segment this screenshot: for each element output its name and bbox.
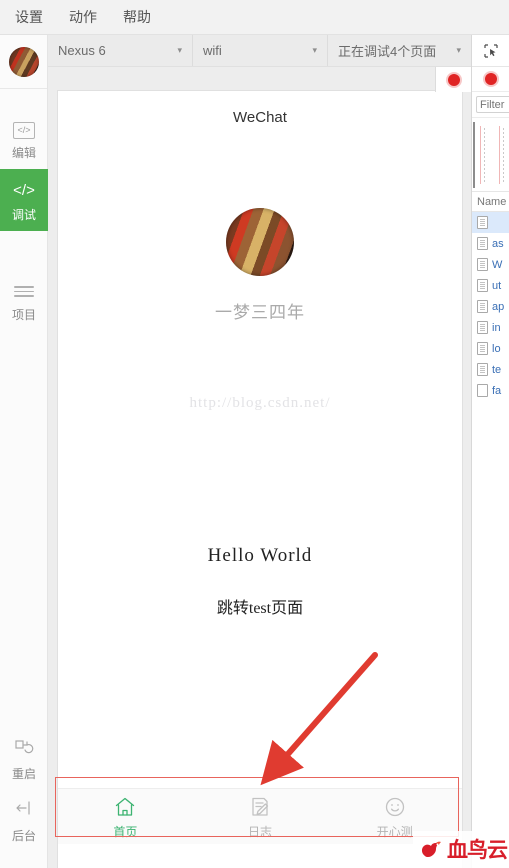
- smiley-icon: [327, 795, 462, 821]
- document-icon: [477, 363, 488, 376]
- list-item[interactable]: as: [472, 233, 509, 254]
- sidebar-item-project[interactable]: 项目: [0, 269, 48, 331]
- hamburger-icon: [0, 279, 48, 303]
- tab-label: 首页: [113, 825, 138, 839]
- inspect-cursor-icon: [483, 43, 498, 58]
- list-item-label: te: [492, 363, 502, 376]
- list-item[interactable]: ut: [472, 275, 509, 296]
- collapse-left-icon: [0, 800, 48, 824]
- record-dot-icon: [447, 73, 460, 86]
- watermark: 血鸟云: [413, 831, 509, 868]
- left-sidebar: </> 编辑 </> 调试 项目 重启 后台: [0, 35, 48, 868]
- devtools-panel: Name ap as W ut ap: [471, 35, 509, 868]
- nickname: 一梦三四年: [215, 303, 305, 322]
- restart-icon: [0, 738, 48, 762]
- watermark-text: 血鸟云: [447, 838, 508, 862]
- document-icon: [477, 216, 488, 229]
- avatar: [226, 208, 294, 276]
- record-dot-icon: [484, 73, 497, 85]
- list-item-label: W: [492, 258, 503, 271]
- device-select[interactable]: Nexus 6 ▾: [48, 35, 193, 66]
- list-item[interactable]: fa: [472, 380, 509, 401]
- phone-preview: WeChat 一梦三四年 http://blog.csdn.net/ Hello…: [57, 90, 463, 868]
- red-bird-logo: [421, 841, 441, 857]
- tab-log[interactable]: 日志: [193, 789, 328, 844]
- devtools-inspect-button[interactable]: [472, 35, 509, 67]
- tab-home[interactable]: 首页: [58, 789, 193, 844]
- document-icon: [477, 279, 488, 292]
- device-select-value: Nexus 6: [58, 43, 106, 58]
- preview-stage: WeChat 一梦三四年 http://blog.csdn.net/ Hello…: [48, 67, 471, 868]
- app-root: 设置 动作 帮助 </> 编辑 </> 调试 项目 重启 后台 Nexus 6 …: [0, 0, 509, 868]
- list-item[interactable]: te: [472, 359, 509, 380]
- list-item-label: fa: [492, 384, 502, 397]
- devtools-filter-row: [472, 92, 509, 118]
- sidebar-item-restart[interactable]: 重启: [0, 728, 48, 790]
- sidebar-avatar-wrap[interactable]: [0, 35, 47, 89]
- document-icon: [477, 321, 488, 334]
- filter-input[interactable]: [476, 96, 509, 113]
- edit-note-icon: [193, 795, 328, 821]
- user-block: 一梦三四年: [58, 208, 462, 323]
- list-item-label: in: [492, 321, 501, 334]
- menu-bar: 设置 动作 帮助: [0, 0, 509, 35]
- network-select[interactable]: wifi ▾: [193, 35, 328, 66]
- document-icon: [477, 300, 488, 313]
- code-box-icon: </>: [0, 117, 48, 141]
- sidebar-item-label: 后台: [11, 829, 36, 843]
- menu-item-help[interactable]: 帮助: [120, 5, 154, 29]
- menu-item-actions[interactable]: 动作: [66, 5, 100, 29]
- list-item[interactable]: in: [472, 317, 509, 338]
- network-request-list: ap as W ut ap in: [472, 212, 509, 401]
- list-item[interactable]: ap: [472, 296, 509, 317]
- network-select-value: wifi: [203, 43, 222, 58]
- devtools-record-button[interactable]: [472, 67, 509, 92]
- debug-pages-value: 正在调试4个页面: [338, 44, 437, 59]
- document-icon: [477, 384, 488, 397]
- sidebar-item-debug[interactable]: </> 调试: [0, 169, 48, 231]
- chevron-down-icon: ▾: [456, 45, 461, 55]
- list-item-label: lo: [492, 342, 501, 355]
- debug-pages-select[interactable]: 正在调试4个页面 ▾: [328, 35, 472, 66]
- sidebar-bottom-group: 重启 后台: [0, 728, 48, 852]
- chevron-down-icon: ▾: [312, 45, 317, 55]
- document-icon: [477, 342, 488, 355]
- list-item[interactable]: ap: [472, 212, 509, 233]
- page-title: WeChat: [233, 109, 287, 126]
- list-item-label: as: [492, 237, 504, 250]
- blog-url: http://blog.csdn.net/: [189, 395, 331, 411]
- sidebar-item-background[interactable]: 后台: [0, 790, 48, 852]
- tab-label: 日志: [248, 825, 273, 839]
- top-toolbar: Nexus 6 ▾ wifi ▾ 正在调试4个页面 ▾: [48, 35, 509, 67]
- network-waterfall-overview[interactable]: [472, 118, 509, 192]
- document-icon: [477, 237, 488, 250]
- hello-world-text: Hello World: [207, 545, 313, 566]
- code-angle-icon: </>: [13, 182, 35, 199]
- sidebar-item-label: 项目: [11, 308, 36, 322]
- menu-item-settings[interactable]: 设置: [12, 5, 46, 29]
- list-item-label: ut: [492, 279, 502, 292]
- list-item-label: ap: [492, 300, 505, 313]
- avatar[interactable]: [8, 46, 39, 77]
- sidebar-item-label: 编辑: [11, 146, 36, 160]
- home-icon: [58, 795, 193, 821]
- tab-bar: 首页 日志 开心测: [58, 788, 462, 844]
- document-icon: [477, 258, 488, 271]
- chevron-down-icon: ▾: [177, 45, 182, 55]
- sidebar-item-label: 重启: [11, 767, 36, 781]
- jump-to-test-link[interactable]: 跳转test页面: [58, 594, 462, 618]
- list-item[interactable]: lo: [472, 338, 509, 359]
- list-item[interactable]: W: [472, 254, 509, 275]
- record-button[interactable]: [435, 67, 471, 92]
- sidebar-item-label: 调试: [11, 208, 36, 222]
- column-header-name[interactable]: Name: [472, 192, 509, 212]
- sidebar-item-edit[interactable]: </> 编辑: [0, 107, 48, 169]
